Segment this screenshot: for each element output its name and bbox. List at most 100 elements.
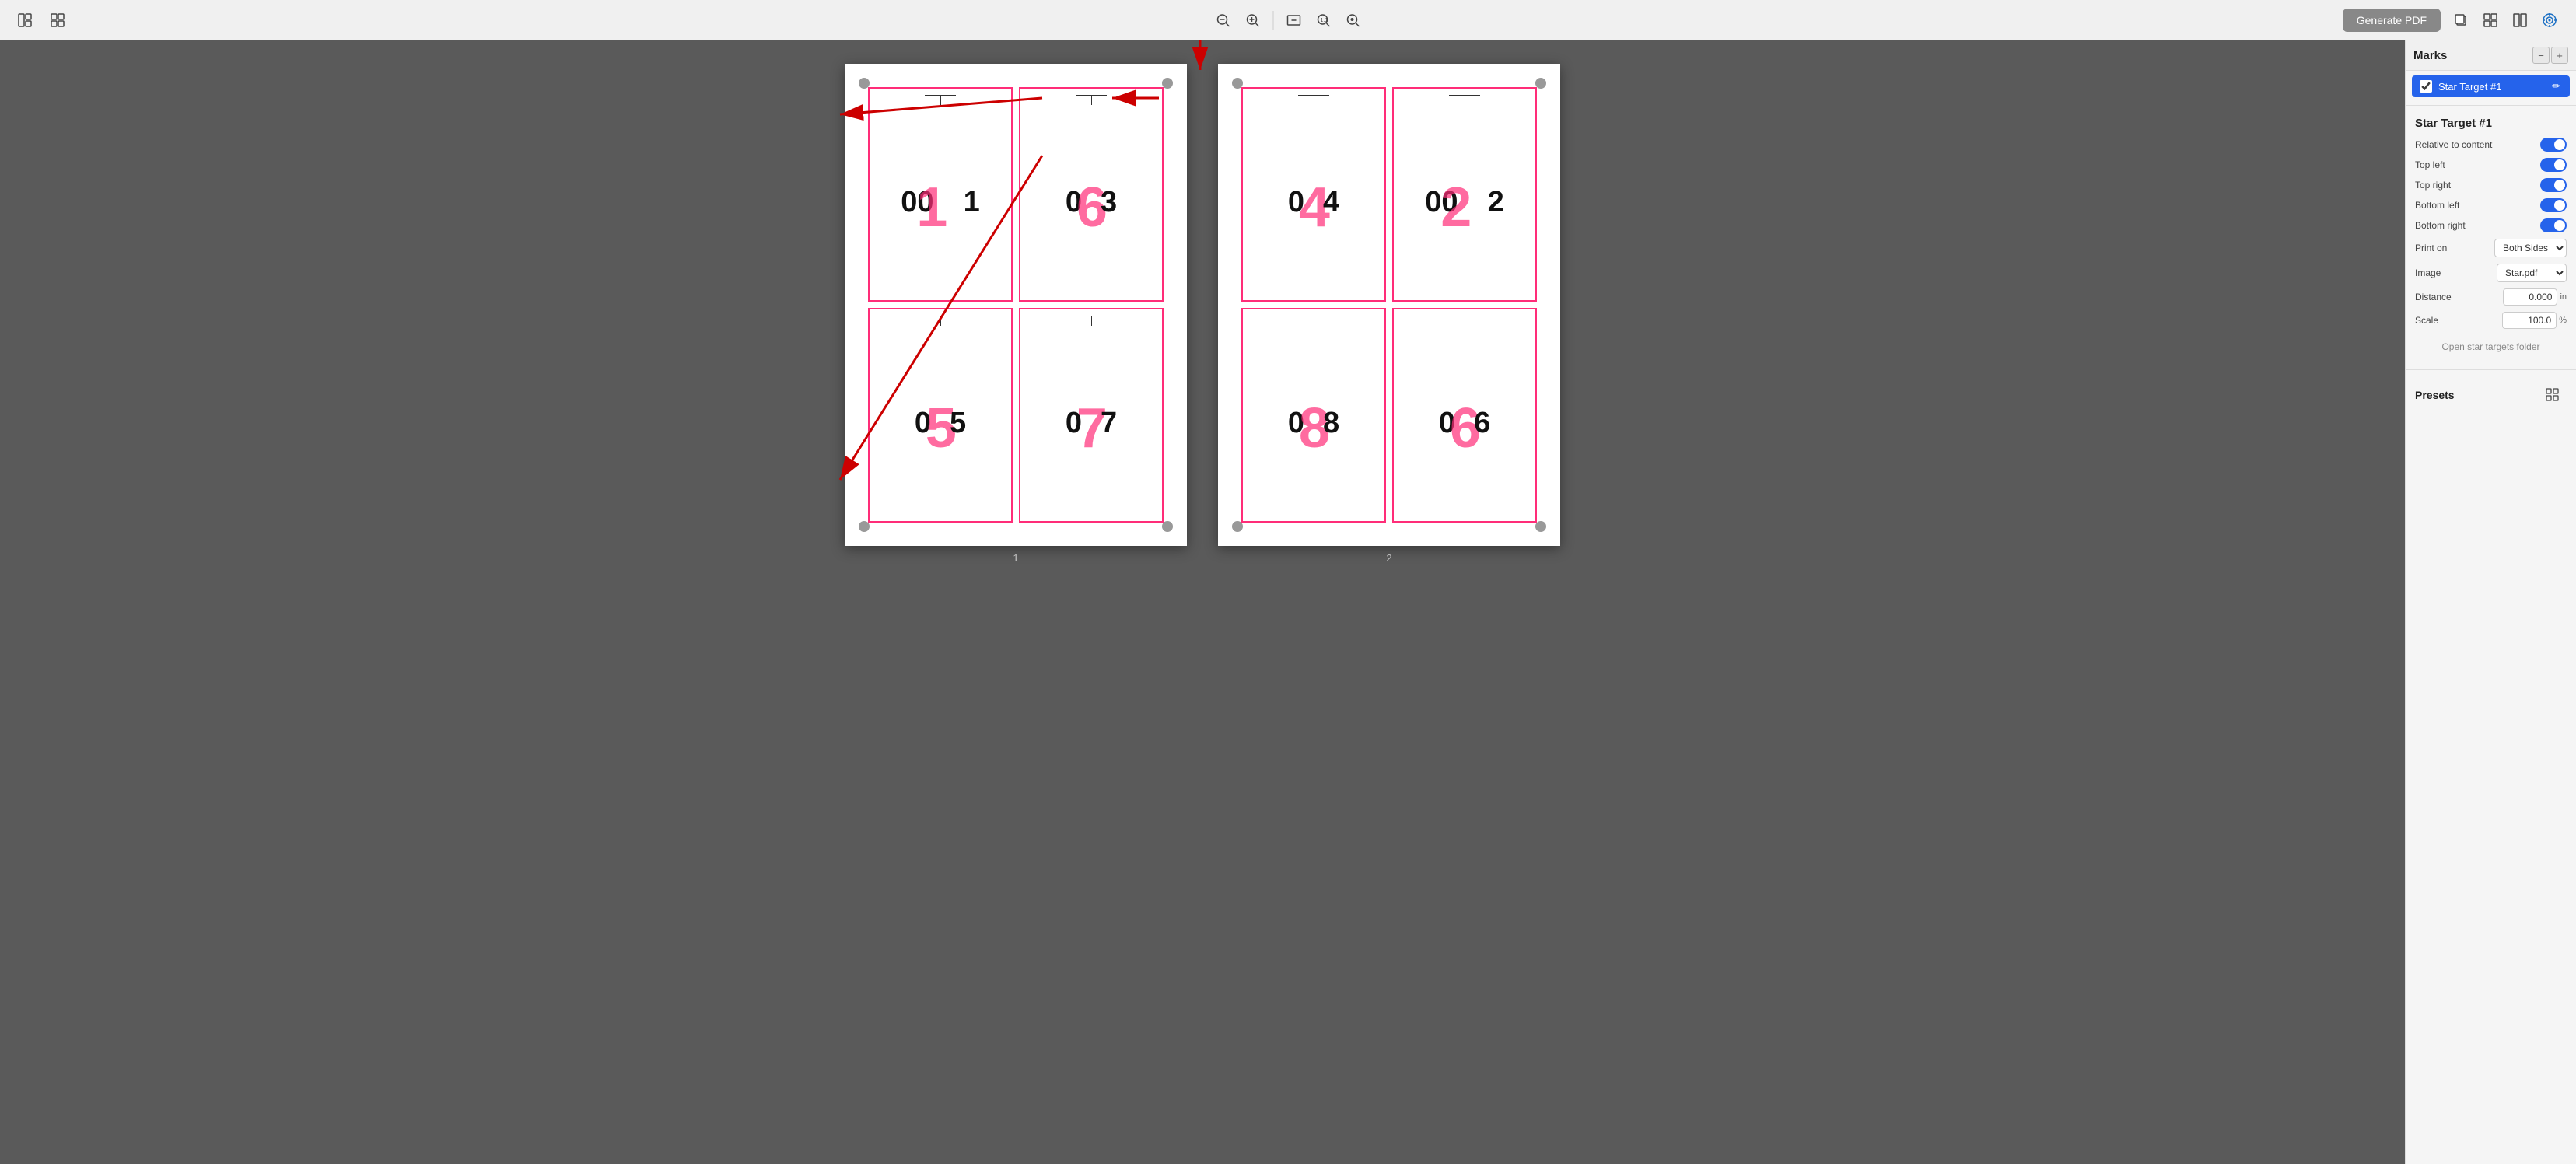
corner-br-1: [1162, 521, 1173, 532]
copy-panel-button[interactable]: [2447, 6, 2475, 34]
corner-tr-2: [1535, 78, 1546, 89]
grid-icon[interactable]: [45, 8, 70, 33]
page-1-label: 1: [1013, 552, 1018, 564]
prop-scale: Scale %: [2415, 312, 2567, 329]
card-001: 00 1 1: [868, 87, 1013, 302]
prop-bottom-left-label: Bottom left: [2415, 200, 2459, 211]
toggle-bottom-left[interactable]: [2540, 198, 2567, 212]
page-2: 0 4 4 00 2 2: [1218, 64, 1560, 546]
panel-divider-1: [2406, 105, 2576, 106]
card-007: 0 7 7: [1019, 308, 1164, 523]
generate-pdf-button[interactable]: Generate PDF: [2343, 9, 2441, 32]
card-006: 0 6 6: [1392, 308, 1537, 523]
marks-header: Marks − +: [2406, 40, 2576, 71]
scale-input[interactable]: [2502, 312, 2557, 329]
print-on-select[interactable]: Both Sides Front Only Back Only: [2494, 239, 2567, 257]
zoom-in-button[interactable]: [1241, 8, 1265, 33]
prop-scale-label: Scale: [2415, 315, 2438, 326]
target-panel-button[interactable]: [2536, 6, 2564, 34]
reg-mark: [925, 316, 956, 326]
main-layout: 00 1 1 0 6 3: [0, 40, 2576, 1164]
reg-mark: [1298, 95, 1329, 105]
panel-icons: [2447, 6, 2564, 34]
card-002: 00 2 2: [1392, 87, 1537, 302]
prop-bottom-right-label: Bottom right: [2415, 220, 2466, 231]
zoom-actual-button[interactable]: 1:1: [1311, 8, 1336, 33]
grid-panel-button[interactable]: [2476, 6, 2504, 34]
corner-tl-1: [859, 78, 870, 89]
prop-print-on: Print on Both Sides Front Only Back Only: [2415, 239, 2567, 257]
prop-top-left: Top left: [2415, 158, 2567, 172]
toggle-top-left[interactable]: [2540, 158, 2567, 172]
presets-row: Presets: [2406, 373, 2576, 417]
distance-unit: in: [2560, 292, 2567, 302]
corner-bl-1: [859, 521, 870, 532]
zoom-fit-button[interactable]: [1341, 8, 1366, 33]
page-1: 00 1 1 0 6 3: [845, 64, 1187, 546]
toolbar-center: 1:1: [1211, 8, 1366, 33]
card-008-black2: 8: [1323, 408, 1339, 438]
mark-item-label: Star Target #1: [2438, 81, 2544, 93]
panel-divider-2: [2406, 369, 2576, 370]
prop-bottom-right: Bottom right: [2415, 218, 2567, 232]
card-005-black2: 5: [950, 408, 966, 438]
scale-value-row: %: [2502, 312, 2567, 329]
prop-top-right-label: Top right: [2415, 180, 2451, 191]
card-003-black2: 3: [1101, 187, 1117, 217]
card-003: 0 6 3: [1019, 87, 1164, 302]
prop-print-on-label: Print on: [2415, 243, 2447, 253]
marks-title: Marks: [2413, 49, 2529, 62]
corner-tl-2: [1232, 78, 1243, 89]
marks-controls: − +: [2532, 47, 2568, 64]
toggle-bottom-right[interactable]: [2540, 218, 2567, 232]
card-008: 0 8 8: [1241, 308, 1386, 523]
reg-mark: [1449, 316, 1480, 326]
corner-bl-2: [1232, 521, 1243, 532]
mark-checkbox[interactable]: [2420, 80, 2432, 93]
reg-mark: [1298, 316, 1329, 326]
presets-label: Presets: [2415, 389, 2455, 401]
layout-icon[interactable]: [12, 8, 37, 33]
prop-top-left-label: Top left: [2415, 159, 2445, 170]
add-mark-button[interactable]: +: [2551, 47, 2568, 64]
page-1-container: 00 1 1 0 6 3: [845, 64, 1187, 564]
card-grid-2: 0 4 4 00 2 2: [1241, 87, 1537, 523]
toggle-relative[interactable]: [2540, 138, 2567, 152]
fit-width-button[interactable]: [1282, 8, 1307, 33]
card-005: 0 5 5: [868, 308, 1013, 523]
prop-distance: Distance in: [2415, 288, 2567, 306]
columns-panel-button[interactable]: [2506, 6, 2534, 34]
toolbar-right: Generate PDF: [2343, 6, 2564, 34]
image-select[interactable]: Star.pdf: [2497, 264, 2567, 282]
prop-distance-label: Distance: [2415, 292, 2452, 302]
card-007-black2: 7: [1101, 408, 1117, 438]
card-grid-1: 00 1 1 0 6 3: [868, 87, 1164, 523]
corner-tr-1: [1162, 78, 1173, 89]
scale-unit: %: [2559, 316, 2567, 325]
prop-bottom-left: Bottom left: [2415, 198, 2567, 212]
distance-input[interactable]: [2503, 288, 2557, 306]
right-panel: Marks − + Star Target #1 ✏ Star Target #…: [2405, 40, 2576, 1164]
mark-star-target-1[interactable]: Star Target #1 ✏: [2412, 75, 2570, 97]
toggle-top-right[interactable]: [2540, 178, 2567, 192]
reg-mark: [925, 95, 956, 105]
remove-mark-button[interactable]: −: [2532, 47, 2550, 64]
prop-top-right: Top right: [2415, 178, 2567, 192]
corner-br-2: [1535, 521, 1546, 532]
star-target-title: Star Target #1: [2415, 117, 2567, 130]
card-001-black2: 1: [964, 187, 980, 217]
card-004-black2: 4: [1323, 187, 1339, 217]
card-001-pink: 1: [916, 180, 947, 236]
presets-grid-button[interactable]: [2539, 381, 2567, 409]
canvas-area[interactable]: 00 1 1 0 6 3: [0, 40, 2405, 1164]
reg-mark: [1076, 316, 1107, 326]
card-002-pink: 2: [1440, 180, 1472, 236]
toolbar-left: [12, 8, 70, 33]
star-target-properties: Star Target #1 Relative to content Top l…: [2406, 109, 2576, 366]
zoom-out-button[interactable]: [1211, 8, 1236, 33]
distance-value-row: in: [2503, 288, 2567, 306]
mark-edit-button[interactable]: ✏: [2550, 80, 2562, 93]
page-2-container: 0 4 4 00 2 2: [1218, 64, 1560, 564]
toolbar: 1:1 Generate PDF: [0, 0, 2576, 40]
open-folder-button[interactable]: Open star targets folder: [2415, 341, 2567, 352]
